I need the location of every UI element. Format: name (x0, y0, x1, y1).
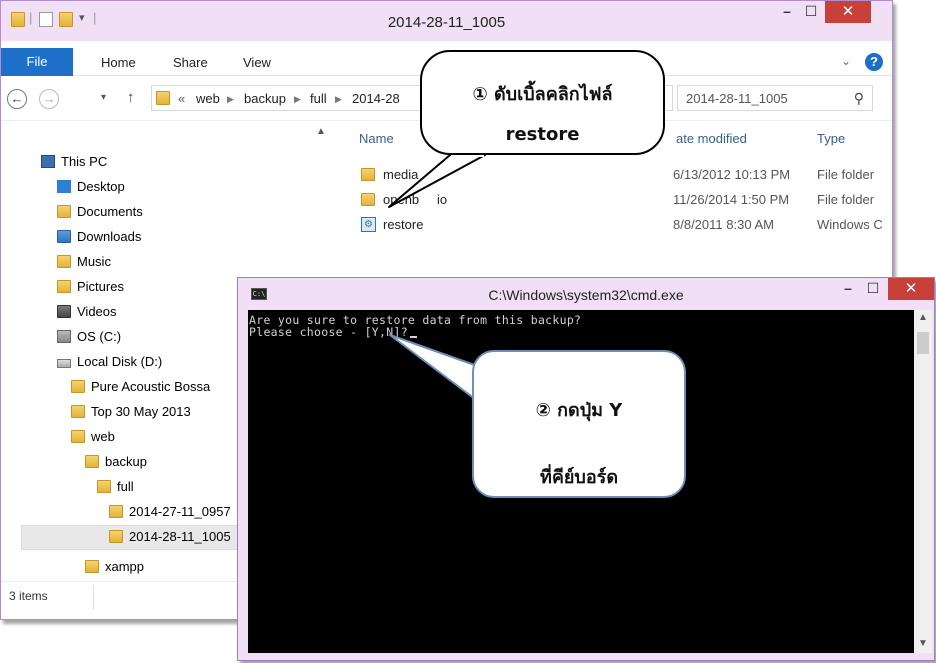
column-header-name[interactable]: Name (359, 131, 394, 146)
tab-home[interactable]: Home (101, 55, 136, 70)
nav-item-downloads[interactable]: Downloads (57, 225, 141, 249)
maximize-button[interactable]: ☐ (799, 1, 823, 23)
explorer-titlebar: | ▾ | 2014-28-11_1005 – ☐ ✕ (1, 1, 892, 41)
drive-icon (57, 359, 71, 368)
breadcrumb-web[interactable]: web (196, 91, 220, 106)
chevron-right-icon: ▶ (294, 94, 301, 104)
nav-item-videos[interactable]: Videos (57, 300, 117, 324)
callout-1-line1: ① ดับเบิ้ลคลิกไฟล์ (472, 84, 613, 105)
nav-item-music[interactable]: Music (57, 250, 111, 274)
tab-share[interactable]: Share (173, 55, 208, 70)
folder-icon (85, 560, 99, 573)
file-date: 11/26/2014 1:50 PM (673, 192, 790, 207)
nav-item-full[interactable]: full (97, 475, 134, 499)
nav-item-xampp[interactable]: xampp (85, 555, 144, 579)
breadcrumb-full[interactable]: full (310, 91, 327, 106)
search-placeholder: 2014-28-11_1005 (686, 91, 788, 106)
nav-item-2014-28-11-1005[interactable]: 2014-28-11_1005 (109, 525, 231, 549)
nav-item-2014-27-11-0957[interactable]: 2014-27-11_0957 (109, 500, 231, 524)
forward-button[interactable]: → (39, 89, 59, 109)
nav-item-backup[interactable]: backup (85, 450, 147, 474)
downloads-icon (57, 230, 71, 243)
file-type: File folder (817, 167, 875, 182)
tab-view[interactable]: View (243, 55, 271, 70)
computer-icon (41, 155, 55, 168)
folder-icon (109, 505, 123, 518)
close-button[interactable]: ✕ (825, 1, 871, 23)
callout-2-line1: ② กดปุ่ม Y (535, 400, 623, 421)
help-icon[interactable]: ? (865, 53, 883, 71)
maximize-button[interactable]: ☐ (861, 278, 885, 300)
folder-icon (156, 91, 170, 105)
folder-icon (71, 380, 85, 393)
folder-icon (71, 405, 85, 418)
search-input[interactable]: 2014-28-11_1005 ⚲ (677, 85, 873, 111)
folder-icon (361, 168, 375, 181)
vertical-scrollbar[interactable]: ▲ ▼ (914, 310, 932, 653)
scrollbar-thumb[interactable] (917, 332, 929, 354)
column-header-date-modified[interactable]: ate modified (676, 131, 747, 146)
column-header-type[interactable]: Type (817, 131, 845, 146)
chevron-right-icon: ▶ (227, 94, 234, 104)
expand-ribbon-icon[interactable]: ⌄ (841, 54, 851, 68)
minimize-button[interactable]: – (836, 278, 860, 300)
videos-icon (57, 305, 71, 318)
back-button[interactable]: ← (7, 89, 27, 109)
nav-item-this-pc[interactable]: This PC (41, 150, 107, 174)
breadcrumb-current[interactable]: 2014-28 (352, 91, 400, 106)
desktop-icon (57, 180, 71, 193)
folder-icon (71, 430, 85, 443)
nav-item-documents[interactable]: Documents (57, 200, 143, 224)
file-date: 6/13/2012 10:13 PM (673, 167, 791, 182)
chevron-right-icon: ▶ (335, 94, 342, 104)
documents-icon (57, 205, 71, 218)
breadcrumb-overflow[interactable]: « (178, 91, 185, 106)
minimize-button[interactable]: – (775, 1, 799, 23)
scroll-up-arrow-icon[interactable]: ▲ (918, 312, 928, 323)
callout-1-tail (388, 150, 486, 208)
nav-item-pure-acoustic-bossa[interactable]: Pure Acoustic Bossa (71, 375, 210, 399)
batch-file-icon: ⚙ (361, 217, 376, 232)
folder-icon (361, 193, 375, 206)
nav-item-top-30[interactable]: Top 30 May 2013 (71, 400, 191, 424)
pictures-icon (57, 280, 71, 293)
file-date: 8/8/2011 8:30 AM (673, 217, 774, 232)
nav-item-web[interactable]: web (71, 425, 115, 449)
file-type: File folder (817, 192, 875, 207)
close-button[interactable]: ✕ (888, 278, 934, 300)
breadcrumb-backup[interactable]: backup (244, 91, 286, 106)
window-title: 2014-28-11_1005 (387, 14, 506, 31)
drive-icon (57, 330, 71, 343)
nav-item-os-c[interactable]: OS (C:) (57, 325, 121, 349)
up-button[interactable]: ↑ (127, 89, 135, 106)
nav-item-local-disk-d[interactable]: Local Disk (D:) (57, 350, 162, 374)
callout-2-line2: ที่คีย์บอร์ด (539, 467, 619, 488)
recent-locations-icon[interactable]: ▾ (101, 92, 106, 103)
nav-item-desktop[interactable]: Desktop (57, 175, 125, 199)
callout-press-y: ② กดปุ่ม Y ที่คีย์บอร์ด (472, 350, 686, 498)
scroll-down-arrow-icon[interactable]: ▼ (918, 638, 928, 649)
folder-icon (85, 455, 99, 468)
window-title: C:\Windows\system32\cmd.exe (488, 287, 684, 303)
divider (93, 585, 94, 609)
scroll-up-arrow-icon[interactable]: ▲ (316, 126, 326, 137)
item-count: 3 items (9, 589, 48, 603)
callout-double-click: ① ดับเบิ้ลคลิกไฟล์ restore (420, 50, 665, 155)
music-icon (57, 255, 71, 268)
folder-icon (97, 480, 111, 493)
search-icon: ⚲ (853, 90, 864, 106)
tab-file[interactable]: File (1, 48, 73, 76)
nav-item-pictures[interactable]: Pictures (57, 275, 124, 299)
file-type: Windows C (817, 217, 883, 232)
callout-1-line2: restore (505, 124, 580, 145)
folder-icon (109, 530, 123, 543)
